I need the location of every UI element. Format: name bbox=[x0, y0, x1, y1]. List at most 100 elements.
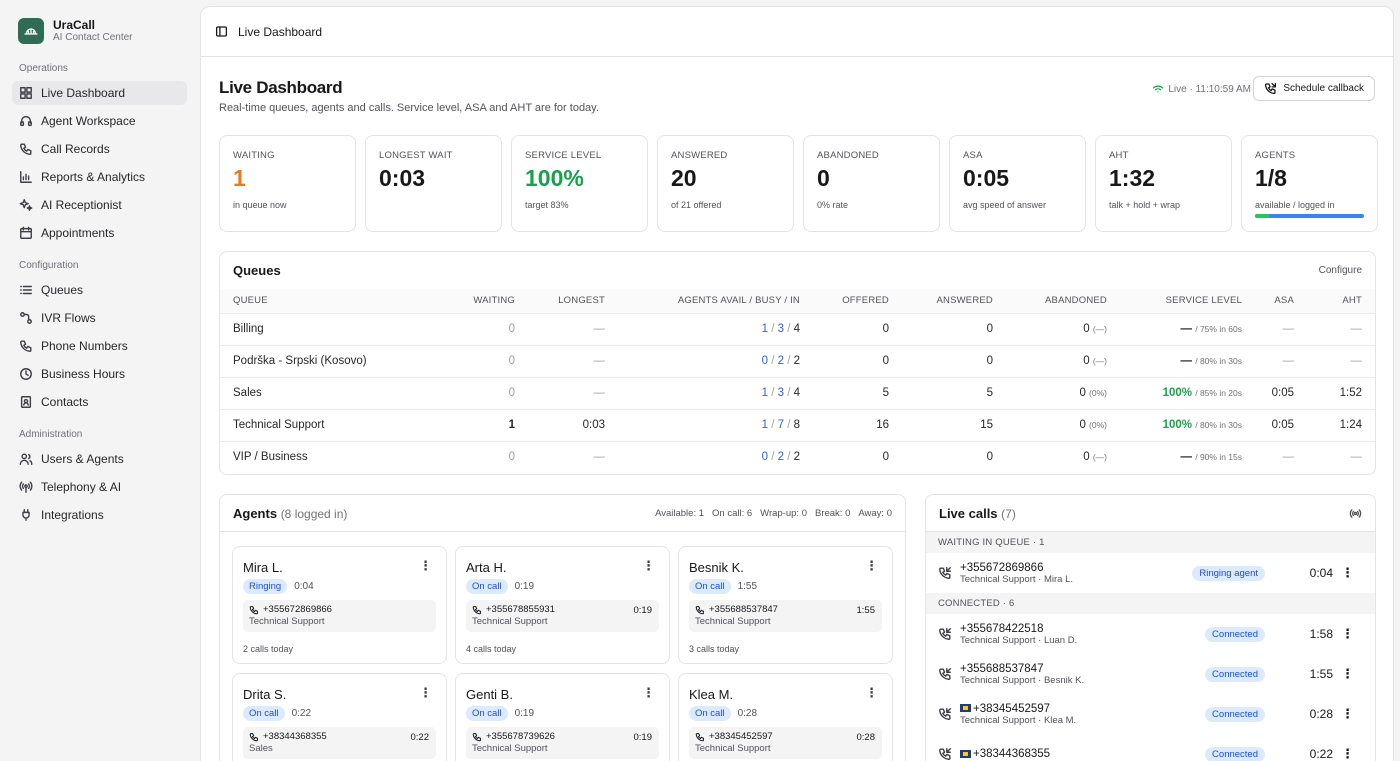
agent-name: Klea M. bbox=[689, 687, 734, 702]
status-badge: On call bbox=[466, 579, 508, 594]
abandoned-pct: (—) bbox=[1092, 324, 1107, 334]
call-duration: 0:19 bbox=[633, 605, 653, 616]
abandoned-count: 0 bbox=[1079, 387, 1086, 399]
queue-abandoned: 0 (0%) bbox=[1006, 408, 1120, 441]
kpi-value: 1 bbox=[233, 165, 246, 191]
bar-chart-icon bbox=[20, 171, 32, 183]
column-header[interactable]: ASA bbox=[1255, 289, 1307, 313]
column-header[interactable]: AGENTS AVAIL / BUSY / IN bbox=[618, 289, 813, 313]
more-icon[interactable]: ⋮ bbox=[1341, 706, 1354, 722]
more-icon[interactable]: ⋮ bbox=[1341, 746, 1354, 761]
brand[interactable]: UraCall AI Contact Center bbox=[18, 18, 132, 44]
column-header[interactable]: OFFERED bbox=[813, 289, 902, 313]
sidebar-item-agent-workspace[interactable]: Agent Workspace bbox=[12, 109, 187, 133]
more-icon[interactable]: ⋮ bbox=[1341, 565, 1354, 581]
abandoned-count: 0 bbox=[1083, 323, 1090, 335]
sidebar-item-label: Reports & Analytics bbox=[41, 170, 146, 184]
sidebar-item-ai-receptionist[interactable]: AI Receptionist bbox=[12, 193, 187, 217]
column-header[interactable]: ANSWERED bbox=[902, 289, 1006, 313]
kpi-answered: ANSWERED 20 of 21 offered bbox=[657, 135, 794, 232]
live-call-row[interactable]: +355688537847 Technical Support · Besnik … bbox=[926, 654, 1375, 694]
queue-waiting: 1 bbox=[450, 408, 528, 441]
more-icon[interactable]: ⋮ bbox=[865, 686, 878, 699]
column-header[interactable]: SERVICE LEVEL bbox=[1120, 289, 1255, 313]
sidebar-toggle-icon[interactable] bbox=[215, 25, 228, 38]
queue-service-level: 100% / 85% in 20s bbox=[1120, 376, 1255, 409]
status-badge: Connected bbox=[1205, 746, 1265, 761]
live-call-row[interactable]: +355678422518 Technical Support · Luan D.… bbox=[926, 614, 1375, 654]
more-icon[interactable]: ⋮ bbox=[865, 559, 878, 572]
plug-icon bbox=[22, 509, 30, 521]
queue-abandoned: 0 (—) bbox=[1006, 440, 1120, 473]
call-number: +38344368355 bbox=[263, 731, 327, 742]
more-icon[interactable]: ⋮ bbox=[642, 686, 655, 699]
main-panel: Live Dashboard Live Dashboard Real-time … bbox=[200, 6, 1394, 761]
sidebar-item-reports[interactable]: Reports & Analytics bbox=[12, 165, 187, 189]
column-header[interactable]: ABANDONED bbox=[1006, 289, 1120, 313]
agents-title-text: Agents bbox=[233, 505, 278, 521]
queue-name: Technical Support bbox=[220, 408, 450, 441]
table-row[interactable]: Podrška - Srpski (Kosovo) 0 — 0 / 2 / 2 … bbox=[220, 344, 1375, 377]
configure-link[interactable]: Configure bbox=[1319, 265, 1362, 276]
table-row[interactable]: Technical Support 1 0:03 1 / 7 / 8 16 15… bbox=[220, 408, 1375, 441]
phone-incoming-icon bbox=[695, 605, 704, 614]
queue-name: VIP / Business bbox=[220, 440, 450, 473]
live-call-row[interactable]: +355672869866 Technical Support · Mira L.… bbox=[926, 553, 1375, 593]
call-duration: 0:22 bbox=[410, 732, 430, 743]
kpi-note: available / logged in bbox=[1255, 200, 1335, 210]
sidebar-item-call-records[interactable]: Call Records bbox=[12, 137, 187, 161]
table-row[interactable]: Billing 0 — 1 / 3 / 4 0 0 0 (—) — / 75% … bbox=[220, 312, 1375, 345]
sidebar-item-contacts[interactable]: Contacts bbox=[12, 390, 187, 414]
sidebar-item-appointments[interactable]: Appointments bbox=[12, 221, 187, 245]
agent-card[interactable]: Genti B. ⋮ On call 0:19 +355678739626 Tec… bbox=[455, 673, 670, 761]
status-timer: 0:04 bbox=[294, 581, 314, 592]
status-badge: On call bbox=[689, 579, 731, 594]
phone-incoming-icon bbox=[695, 732, 704, 741]
sidebar-item-telephony-ai[interactable]: Telephony & AI bbox=[12, 475, 187, 499]
queue-service-level: — / 80% in 30s bbox=[1120, 344, 1255, 377]
live-call-row[interactable]: +38344368355 Connected 0:22 ⋮ bbox=[926, 734, 1375, 761]
sidebar-item-users-agents[interactable]: Users & Agents bbox=[12, 447, 187, 471]
sidebar-item-integrations[interactable]: Integrations bbox=[12, 503, 187, 527]
agent-card[interactable]: Drita S. ⋮ On call 0:22 +38344368355 Sale… bbox=[232, 673, 447, 761]
call-queue: Technical Support bbox=[695, 743, 771, 754]
agents-title: Agents (8 logged in) bbox=[233, 506, 347, 521]
kpi-service-level: SERVICE LEVEL 100% target 83% bbox=[511, 135, 648, 232]
call-number: +355678422518 bbox=[960, 622, 1044, 635]
schedule-callback-label: Schedule callback bbox=[1283, 83, 1364, 94]
more-icon[interactable]: ⋮ bbox=[642, 559, 655, 572]
more-icon[interactable]: ⋮ bbox=[1341, 666, 1354, 682]
queue-abandoned: 0 (0%) bbox=[1006, 376, 1120, 409]
sidebar-item-live-dashboard[interactable]: Live Dashboard bbox=[12, 81, 187, 105]
live-call-row[interactable]: +38345452597 Technical Support · Klea M. … bbox=[926, 694, 1375, 734]
column-header[interactable]: QUEUE bbox=[220, 289, 450, 313]
schedule-callback-button[interactable]: Schedule callback bbox=[1253, 76, 1375, 101]
sidebar-item-ivr-flows[interactable]: IVR Flows bbox=[12, 306, 187, 330]
more-icon[interactable]: ⋮ bbox=[1341, 626, 1354, 642]
column-header[interactable]: LONGEST bbox=[528, 289, 618, 313]
agent-card[interactable]: Besnik K. ⋮ On call 1:55 +355688537847 Te… bbox=[678, 546, 893, 664]
table-row[interactable]: VIP / Business 0 — 0 / 2 / 2 0 0 0 (—) —… bbox=[220, 440, 1375, 473]
sidebar: UraCall AI Contact Center Operations Liv… bbox=[0, 0, 200, 761]
sidebar-item-business-hours[interactable]: Business Hours bbox=[12, 362, 187, 386]
sidebar-item-queues[interactable]: Queues bbox=[12, 278, 187, 302]
column-header[interactable]: WAITING bbox=[450, 289, 528, 313]
sl-target: / 80% in 30s bbox=[1195, 356, 1242, 366]
kpi-label: ABANDONED bbox=[817, 150, 879, 161]
table-row[interactable]: Sales 0 — 1 / 3 / 4 5 5 0 (0%) 100% / 85… bbox=[220, 376, 1375, 409]
stat-away: Away: 0 bbox=[858, 507, 892, 519]
queue-agents: 0 / 2 / 2 bbox=[618, 344, 813, 377]
agent-card[interactable]: Arta H. ⋮ On call 0:19 +355678855931 Tech… bbox=[455, 546, 670, 664]
agents-in: 4 bbox=[793, 387, 800, 399]
kosovo-flag-icon bbox=[960, 749, 971, 758]
sidebar-item-phone-numbers[interactable]: Phone Numbers bbox=[12, 334, 187, 358]
contact-icon bbox=[20, 396, 32, 408]
agent-card[interactable]: Klea M. ⋮ On call 0:28 +38345452597 Techn… bbox=[678, 673, 893, 761]
column-header[interactable]: AHT bbox=[1307, 289, 1375, 313]
agent-card[interactable]: Mira L. ⋮ Ringing 0:04 +355672869866 Tech… bbox=[232, 546, 447, 664]
more-icon[interactable]: ⋮ bbox=[419, 686, 432, 699]
queue-abandoned: 0 (—) bbox=[1006, 312, 1120, 345]
kpi-label: AGENTS bbox=[1255, 150, 1296, 161]
queue-offered: 0 bbox=[813, 312, 902, 345]
more-icon[interactable]: ⋮ bbox=[419, 559, 432, 572]
